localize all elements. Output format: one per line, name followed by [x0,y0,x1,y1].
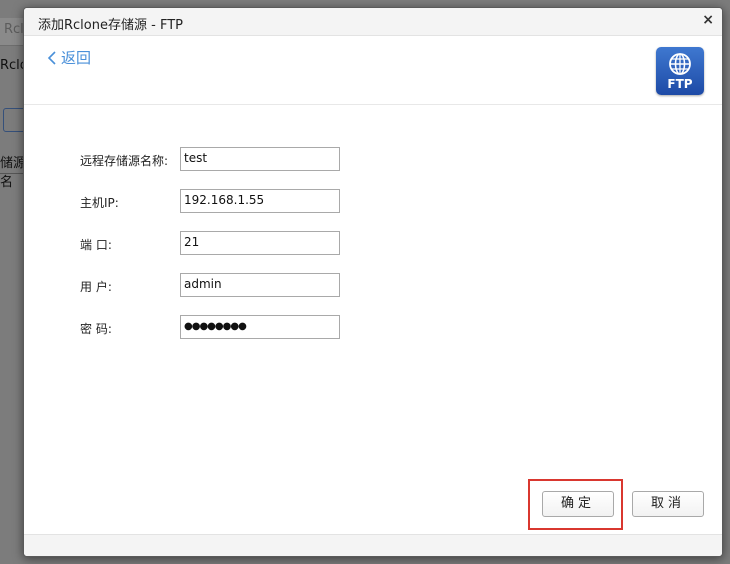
back-label: 返回 [61,49,92,67]
port-label: 端 口: [80,238,112,252]
globe-icon [669,53,691,75]
field-host-ip: 主机IP: 192.168.1.55 [80,189,680,213]
field-password: 密 码: ●●●●●●●● [80,315,680,339]
dialog-title: 添加Rclone存储源 - FTP [38,18,183,33]
password-input[interactable]: ●●●●●●●● [180,315,340,339]
header-divider [24,104,722,105]
port-input[interactable]: 21 [180,231,340,255]
ftp-logo-text: FTP [667,77,693,91]
field-port: 端 口: 21 [80,231,680,255]
back-link[interactable]: 返回 [46,47,91,68]
field-remote-name: 远程存储源名称: test [80,147,680,171]
add-rclone-dialog: 添加Rclone存储源 - FTP × 返回 FTP 远程存储源名称: test… [23,7,723,557]
user-input[interactable]: admin [180,273,340,297]
dialog-footer-bar [24,534,722,556]
cancel-button[interactable]: 取消 [632,491,704,517]
close-icon[interactable]: × [702,12,714,28]
dialog-titlebar: 添加Rclone存储源 - FTP × [24,8,722,36]
host-ip-label: 主机IP: [80,196,119,210]
ok-button[interactable]: 确定 [542,491,614,517]
remote-name-input[interactable]: test [180,147,340,171]
background-tab: Rcl [4,22,24,37]
password-label: 密 码: [80,322,112,336]
user-label: 用 户: [80,280,112,294]
chevron-left-icon [47,50,56,65]
remote-name-label: 远程存储源名称: [80,154,169,168]
field-user: 用 户: admin [80,273,680,297]
ftp-logo: FTP [656,47,704,95]
host-ip-input[interactable]: 192.168.1.55 [180,189,340,213]
